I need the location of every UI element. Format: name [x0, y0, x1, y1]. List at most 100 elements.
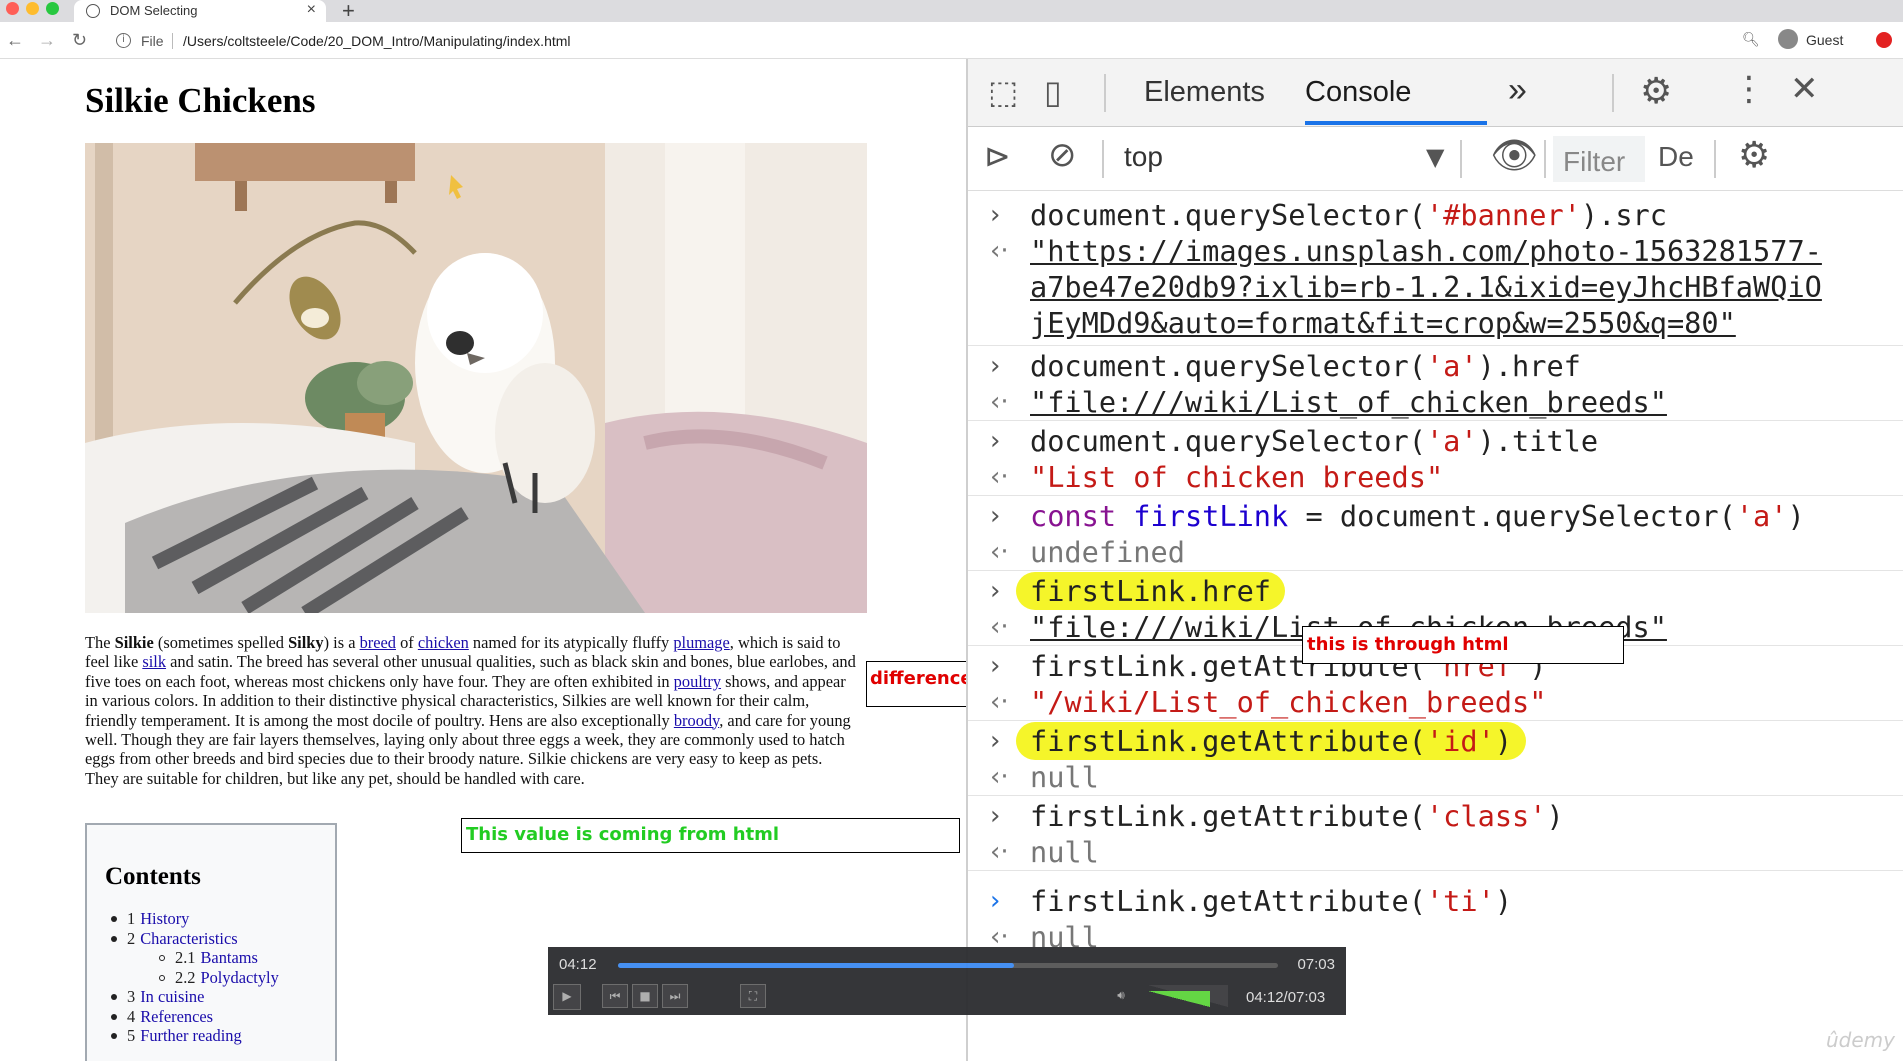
- console-input-line[interactable]: › document.querySelector('a').href: [968, 348, 1903, 384]
- address-bar[interactable]: i File /Users/coltsteele/Code/20_DOM_Int…: [108, 28, 1768, 54]
- toc-item-number: 4: [127, 1006, 136, 1026]
- toc-item-link[interactable]: Bantams: [201, 948, 258, 967]
- browser-tab-bar: DOM Selecting × +: [0, 0, 1903, 24]
- zoom-icon[interactable]: 🔍︎: [1742, 31, 1760, 48]
- browser-toolbar: ← → ↻ i File /Users/coltsteele/Code/20_D…: [0, 22, 1903, 59]
- console-input-line[interactable]: › firstLink.getAttribute('id'): [968, 722, 1903, 760]
- reload-icon[interactable]: ↻: [72, 30, 87, 51]
- toc-list: 1 History 2 Characteristics 2.1 Bantams 2.2 Pol…: [111, 909, 279, 1046]
- toc-item-link[interactable]: Polydactyly: [201, 968, 279, 987]
- window-minimize-button[interactable]: [26, 2, 39, 15]
- toc-item-link[interactable]: Further reading: [140, 1026, 242, 1045]
- toc-item[interactable]: 2.2 Polydactyly: [127, 968, 279, 988]
- link-breed[interactable]: breed: [360, 633, 396, 652]
- bullet-icon: [111, 935, 117, 942]
- info-icon[interactable]: i: [116, 33, 131, 48]
- toc-item[interactable]: 5 Further reading: [111, 1026, 279, 1046]
- console-entry: › document.querySelector('a').href ‹· "fil…: [968, 346, 1903, 421]
- toc-item-link[interactable]: History: [140, 909, 189, 928]
- link-plumage[interactable]: plumage: [673, 633, 729, 652]
- device-toolbar-icon[interactable]: ▯: [1044, 73, 1062, 111]
- log-levels-dropdown[interactable]: De: [1658, 141, 1694, 173]
- console-result-line: a7be47e20db9?ixlib=rb-1.2.1&ixid=eyJhcHB…: [968, 269, 1903, 305]
- udemy-watermark: ûdemy: [1826, 1028, 1895, 1052]
- result-url-link[interactable]: "file:///wiki/List_of_chicken_breeds": [1030, 385, 1667, 419]
- toc-item-link[interactable]: Characteristics: [140, 929, 237, 948]
- window-close-button[interactable]: [6, 2, 19, 15]
- console-entry: › document.querySelector('a').title ‹· "Li…: [968, 421, 1903, 496]
- toc-item[interactable]: 4 References: [111, 1006, 279, 1027]
- link-silk[interactable]: silk: [142, 652, 166, 671]
- console-toolbar: ⊳ ⊘ top ▼ 👁︎ Filter De ⚙: [968, 127, 1903, 191]
- toc-item[interactable]: 2.1 Bantams: [127, 948, 279, 968]
- browser-tab[interactable]: DOM Selecting ×: [74, 0, 326, 22]
- table-of-contents: Contents 1 History 2 Characteristics 2.1 Bant…: [85, 823, 337, 1061]
- avatar: [1778, 29, 1798, 49]
- bold-silkie: Silkie: [114, 633, 154, 652]
- record-icon[interactable]: [1876, 32, 1892, 48]
- forward-arrow-icon[interactable]: →: [38, 30, 56, 51]
- console-input-line[interactable]: › document.querySelector('#banner').src: [968, 197, 1903, 233]
- console-result-line: ‹· "List of chicken breeds": [990, 460, 1444, 494]
- play-icon[interactable]: ▶: [553, 984, 581, 1010]
- context-selector[interactable]: top: [1124, 141, 1163, 173]
- skip-forward-icon[interactable]: ⏭: [662, 984, 688, 1008]
- toc-item-number: 3: [127, 987, 136, 1006]
- volume-icon[interactable]: 🔊︎: [1108, 984, 1134, 1008]
- profile-label: Guest: [1806, 32, 1844, 48]
- clear-console-icon[interactable]: ⊘: [1048, 135, 1077, 175]
- console-settings-gear-icon[interactable]: ⚙: [1738, 135, 1770, 176]
- toc-item[interactable]: 2 Characteristics: [111, 928, 279, 949]
- toc-item[interactable]: 1 History: [111, 909, 279, 929]
- toc-item-link[interactable]: In cuisine: [140, 987, 204, 1006]
- bullet-icon: [111, 1033, 117, 1039]
- close-devtools-icon[interactable]: ✕: [1790, 69, 1819, 109]
- result-url-link[interactable]: jEyMDd9&auto=format&fit=crop&w=2550&q=80…: [1030, 306, 1736, 340]
- tab-elements[interactable]: Elements: [1144, 76, 1265, 109]
- console-input-line[interactable]: › firstLink.getAttribute('class'): [968, 798, 1903, 834]
- skip-back-icon[interactable]: ⏮: [602, 984, 628, 1008]
- filter-input[interactable]: Filter: [1553, 136, 1645, 182]
- result-url-link[interactable]: a7be47e20db9?ixlib=rb-1.2.1&ixid=eyJhcHB…: [1030, 270, 1822, 304]
- video-duration: 07:03: [1297, 956, 1335, 973]
- stop-icon[interactable]: ■: [632, 984, 658, 1008]
- banner-image: [85, 143, 867, 613]
- console-input-line[interactable]: › firstLink.href: [968, 572, 1903, 610]
- console-prompt-input[interactable]: › firstLink.getAttribute('ti'): [968, 883, 1903, 919]
- console-input-line[interactable]: › document.querySelector('a').title: [968, 423, 1903, 459]
- more-tabs-icon[interactable]: »: [1508, 71, 1527, 110]
- devtools-panel: ⬚ ▯ Elements Console » ⚙ ⋮ ✕ ⊳ ⊘ top ▼ 👁…: [966, 59, 1903, 1061]
- link-poultry[interactable]: poultry: [674, 672, 721, 691]
- video-seek-bar[interactable]: [618, 963, 1278, 968]
- bullet-icon: [111, 994, 117, 1000]
- volume-slider[interactable]: [1148, 985, 1228, 1007]
- kebab-menu-icon[interactable]: ⋮: [1732, 69, 1766, 109]
- toc-item-number: 2: [127, 928, 136, 948]
- fullscreen-icon[interactable]: ⛶: [740, 984, 766, 1008]
- live-expression-eye-icon[interactable]: 👁︎: [1490, 133, 1538, 178]
- console-result-line: jEyMDd9&auto=format&fit=crop&w=2550&q=80…: [968, 305, 1903, 345]
- dropdown-caret-icon[interactable]: ▼: [1426, 143, 1444, 171]
- page-title: Silkie Chickens: [85, 81, 316, 120]
- back-arrow-icon[interactable]: ←: [6, 30, 24, 51]
- result-url-link[interactable]: "https://images.unsplash.com/photo-15632…: [1030, 234, 1822, 268]
- sidebar-toggle-icon[interactable]: ⊳: [984, 137, 1011, 175]
- url-text[interactable]: /Users/coltsteele/Code/20_DOM_Intro/Mani…: [183, 33, 571, 49]
- console-result-line: ‹·"file:///wiki/List_of_chicken_breeds": [990, 385, 1667, 419]
- new-tab-button[interactable]: +: [342, 0, 355, 24]
- link-broody[interactable]: broody: [674, 711, 719, 730]
- console-input-line[interactable]: › const firstLink = document.querySelecto…: [968, 498, 1903, 534]
- input-prompt-icon: ›: [990, 200, 1001, 230]
- tab-console[interactable]: Console: [1305, 76, 1411, 109]
- toc-item[interactable]: 3 In cuisine: [111, 987, 279, 1007]
- bullet-icon: [111, 1013, 117, 1020]
- console-result-line: ‹· null: [990, 760, 1099, 794]
- window-maximize-button[interactable]: [46, 2, 59, 15]
- tab-close-icon[interactable]: ×: [307, 1, 316, 19]
- toc-item-link[interactable]: References: [140, 1007, 213, 1026]
- bold-silky: Silky: [288, 633, 324, 652]
- settings-gear-icon[interactable]: ⚙: [1640, 71, 1672, 112]
- inspect-element-icon[interactable]: ⬚: [988, 73, 1018, 111]
- link-chicken[interactable]: chicken: [418, 633, 469, 652]
- console-entry: › const firstLink = document.querySelecto…: [968, 496, 1903, 571]
